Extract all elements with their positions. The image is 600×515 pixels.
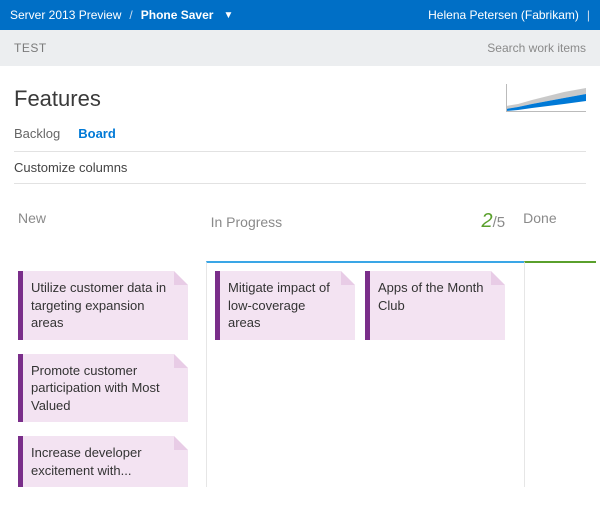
column-title: In Progress xyxy=(211,214,283,230)
wip-indicator: 2/5 xyxy=(482,210,506,233)
card-title: Mitigate impact of low-coverage areas xyxy=(228,280,330,330)
card-corner-icon xyxy=(341,271,355,285)
card-title: Apps of the Month Club xyxy=(378,280,484,313)
customize-columns-button[interactable]: Customize columns xyxy=(14,160,127,175)
column-header-in-progress: In Progress 2/5 xyxy=(203,210,516,233)
kanban-board: Utilize customer data in targeting expan… xyxy=(14,261,586,487)
column-done[interactable] xyxy=(524,261,596,487)
wip-limit: /5 xyxy=(493,214,506,231)
global-header: Server 2013 Preview / Phone Saver ▼ Hele… xyxy=(0,0,600,30)
column-header-new: New xyxy=(14,210,203,233)
page-title: Features xyxy=(14,86,101,112)
column-new[interactable]: Utilize customer data in targeting expan… xyxy=(14,261,206,487)
toolbar: Customize columns xyxy=(14,151,586,184)
hub-bar: TEST Search work items xyxy=(0,30,600,66)
column-in-progress[interactable]: Mitigate impact of low-coverage areas Ap… xyxy=(206,261,524,487)
breadcrumb-separator: / xyxy=(129,8,132,22)
card-title: Promote customer participation with Most… xyxy=(31,363,160,413)
card-title: Utilize customer data in targeting expan… xyxy=(31,280,166,330)
work-item-card[interactable]: Apps of the Month Club xyxy=(365,271,505,340)
view-tabs: Backlog Board xyxy=(14,126,586,145)
breadcrumb-server[interactable]: Server 2013 Preview xyxy=(10,8,121,22)
search-input[interactable]: Search work items xyxy=(487,41,586,55)
card-corner-icon xyxy=(174,354,188,368)
user-name[interactable]: Helena Petersen (Fabrikam) xyxy=(428,8,579,22)
card-title: Increase developer excitement with... xyxy=(31,445,142,478)
wip-current: 2 xyxy=(482,210,493,232)
hub-tab-test[interactable]: TEST xyxy=(14,41,47,55)
breadcrumb-project[interactable]: Phone Saver xyxy=(141,8,214,22)
card-corner-icon xyxy=(174,271,188,285)
work-item-card[interactable]: Utilize customer data in targeting expan… xyxy=(18,271,188,340)
cumulative-flow-chart-icon[interactable] xyxy=(506,84,586,112)
board-column-headers: New In Progress 2/5 Done xyxy=(0,210,600,233)
work-item-card[interactable]: Mitigate impact of low-coverage areas xyxy=(215,271,355,340)
divider: | xyxy=(587,8,590,22)
work-item-card[interactable]: Promote customer participation with Most… xyxy=(18,354,188,423)
chevron-down-icon[interactable]: ▼ xyxy=(223,10,233,21)
work-item-card[interactable]: Increase developer excitement with... xyxy=(18,436,188,487)
card-corner-icon xyxy=(491,271,505,285)
user-area: Helena Petersen (Fabrikam) | xyxy=(428,8,590,22)
breadcrumb: Server 2013 Preview / Phone Saver ▼ xyxy=(10,8,233,22)
card-corner-icon xyxy=(174,436,188,450)
tab-backlog[interactable]: Backlog xyxy=(14,126,60,145)
tab-board[interactable]: Board xyxy=(78,126,116,145)
column-header-done: Done xyxy=(515,210,586,233)
